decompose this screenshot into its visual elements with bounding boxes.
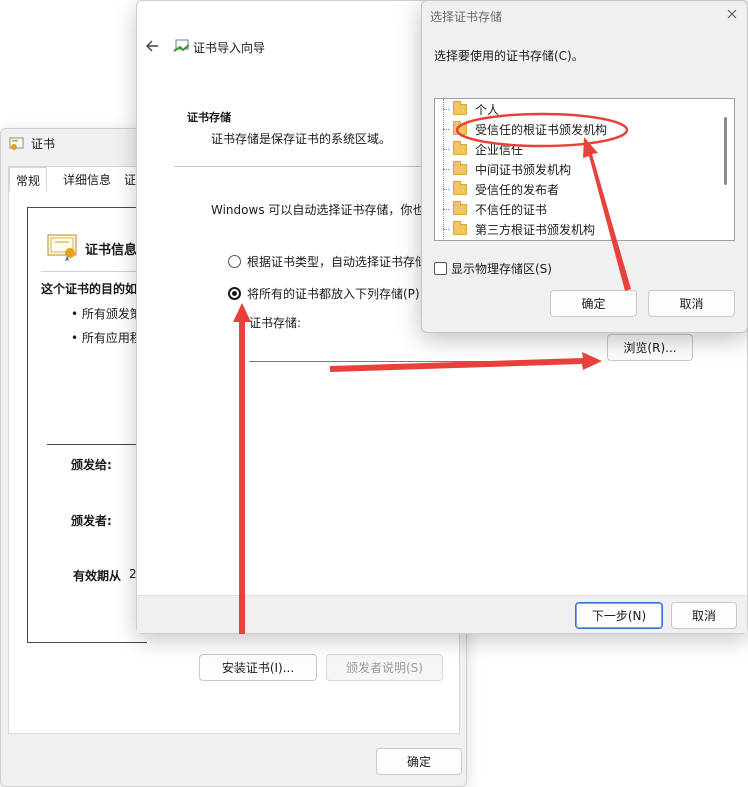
cert-info-title: 证书信息 — [85, 243, 138, 258]
tab-general[interactable]: 常规 — [9, 167, 48, 191]
purpose-bullet: • 所有颁发策 — [71, 307, 142, 321]
issuer-statement-button[interactable]: 颁发者说明(S) — [326, 654, 443, 681]
ok-button[interactable]: 确定 — [376, 748, 462, 775]
wizard-title: 证书导入向导 — [193, 41, 266, 55]
tree-line — [443, 129, 449, 130]
tree-item-label: 受信任的发布者 — [475, 182, 560, 197]
section-description: 证书存储是保存证书的系统区域。 — [211, 132, 392, 146]
tree-item-trusted-publishers[interactable]: 受信任的发布者 — [453, 179, 559, 199]
tree-item-label: 企业信任 — [475, 142, 524, 157]
folder-icon — [453, 120, 467, 135]
folder-icon — [453, 220, 467, 235]
tree-line — [443, 149, 449, 150]
radio-button-selected[interactable] — [228, 287, 241, 300]
radio-auto-label: 根据证书类型，自动选择证书存储 — [247, 255, 428, 269]
select-certificate-store-dialog: 选择证书存储 选择要使用的证书存储(C)。 个人 受信任的根证书颁发机构 企业信… — [421, 0, 748, 333]
tree-item-label: 中间证书颁发机构 — [475, 162, 572, 177]
browse-button[interactable]: 浏览(R)... — [607, 334, 693, 361]
cancel-button[interactable]: 取消 — [648, 290, 735, 317]
folder-icon — [453, 100, 467, 115]
tree-item-third-party-root[interactable]: 第三方根证书颁发机构 — [453, 219, 595, 239]
issued-by-label: 颁发者: — [71, 514, 112, 528]
tab-details[interactable]: 详细信息 — [57, 167, 117, 191]
divider — [47, 444, 137, 445]
folder-icon — [453, 200, 467, 215]
store-prompt: 选择要使用的证书存储(C)。 — [434, 49, 584, 63]
back-arrow-icon[interactable] — [145, 38, 159, 57]
tree-item-label: 第三方根证书颁发机构 — [475, 222, 596, 237]
valid-from-label: 有效期从 — [73, 569, 122, 583]
certificate-window-icon — [9, 137, 25, 151]
tree-line — [443, 109, 449, 110]
folder-icon — [453, 180, 467, 195]
checkbox-label: 显示物理存储区(S) — [451, 262, 552, 276]
tree-line — [443, 169, 449, 170]
purpose-heading: 这个证书的目的如 — [41, 282, 138, 296]
store-tree[interactable]: 个人 受信任的根证书颁发机构 企业信任 中间证书颁发机构 受信任的发布者 不信任… — [434, 98, 735, 241]
tree-item-label: 不信任的证书 — [475, 202, 548, 217]
divider — [174, 166, 424, 167]
window-title: 证书 — [31, 137, 56, 151]
checkbox[interactable] — [434, 262, 447, 275]
ok-button[interactable]: 确定 — [550, 290, 637, 317]
tree-line — [443, 229, 449, 230]
radio-auto-select[interactable]: 根据证书类型，自动选择证书存储 — [228, 253, 427, 270]
section-heading: 证书存储 — [187, 111, 231, 124]
next-button[interactable]: 下一步(N) — [575, 602, 663, 629]
tree-item-enterprise-trust[interactable]: 企业信任 — [453, 139, 523, 159]
tree-item-trusted-root[interactable]: 受信任的根证书颁发机构 — [453, 119, 607, 139]
scrollbar-thumb[interactable] — [724, 117, 727, 185]
install-certificate-button[interactable]: 安装证书(I)... — [199, 654, 317, 681]
store-label: 证书存储: — [249, 316, 302, 330]
store-input[interactable] — [249, 335, 599, 362]
show-physical-stores-checkbox[interactable]: 显示物理存储区(S) — [434, 260, 552, 277]
tree-item-untrusted[interactable]: 不信任的证书 — [453, 199, 547, 219]
radio-button[interactable] — [228, 255, 241, 268]
tree-item-label: 个人 — [475, 102, 500, 117]
purpose-bullet: • 所有应用程 — [71, 331, 142, 345]
folder-icon — [453, 140, 467, 155]
folder-icon — [453, 160, 467, 175]
tree-item-intermediate[interactable]: 中间证书颁发机构 — [453, 159, 571, 179]
cancel-button[interactable]: 取消 — [671, 602, 737, 629]
certificate-icon — [47, 233, 79, 262]
tree-item-personal[interactable]: 个人 — [453, 99, 499, 119]
tree-line — [443, 209, 449, 210]
tree-line — [443, 189, 449, 190]
close-icon[interactable] — [725, 7, 739, 21]
radio-manual-select[interactable]: 将所有的证书都放入下列存储(P) — [228, 285, 420, 302]
radio-manual-label: 将所有的证书都放入下列存储(P) — [247, 287, 420, 301]
tree-item-label: 受信任的根证书颁发机构 — [475, 122, 608, 137]
divider — [41, 271, 141, 272]
issued-to-label: 颁发给: — [71, 458, 112, 472]
auto-select-description: Windows 可以自动选择证书存储，你也 — [211, 203, 425, 217]
wizard-icon — [173, 38, 191, 54]
wizard-footer: 下一步(N) 取消 — [137, 595, 747, 633]
dialog-title: 选择证书存储 — [430, 10, 503, 24]
